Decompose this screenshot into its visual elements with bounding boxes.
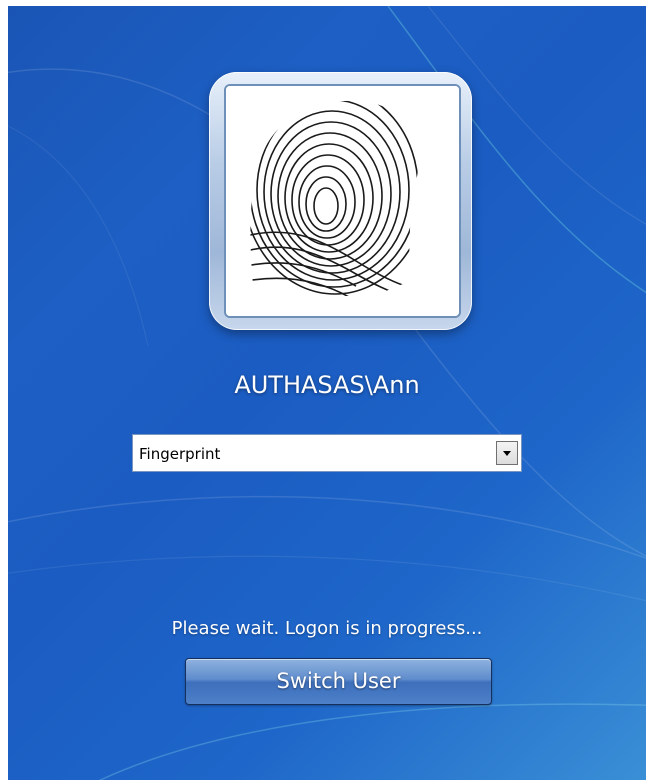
switch-user-button[interactable]: Switch User bbox=[185, 658, 492, 705]
chevron-down-icon bbox=[503, 451, 511, 456]
logon-status-text: Please wait. Logon is in progress... bbox=[171, 618, 483, 639]
dropdown-arrow-button[interactable] bbox=[496, 441, 518, 465]
user-tile-image bbox=[224, 84, 461, 318]
logon-screen: AUTHASAS\Ann Fingerprint Please wait. Lo… bbox=[8, 6, 646, 780]
fingerprint-icon bbox=[226, 86, 459, 316]
credential-provider-value: Fingerprint bbox=[139, 445, 221, 463]
user-tile[interactable] bbox=[209, 72, 472, 330]
credential-provider-select[interactable]: Fingerprint bbox=[132, 434, 522, 472]
username-label: AUTHASAS\Ann bbox=[234, 371, 420, 399]
